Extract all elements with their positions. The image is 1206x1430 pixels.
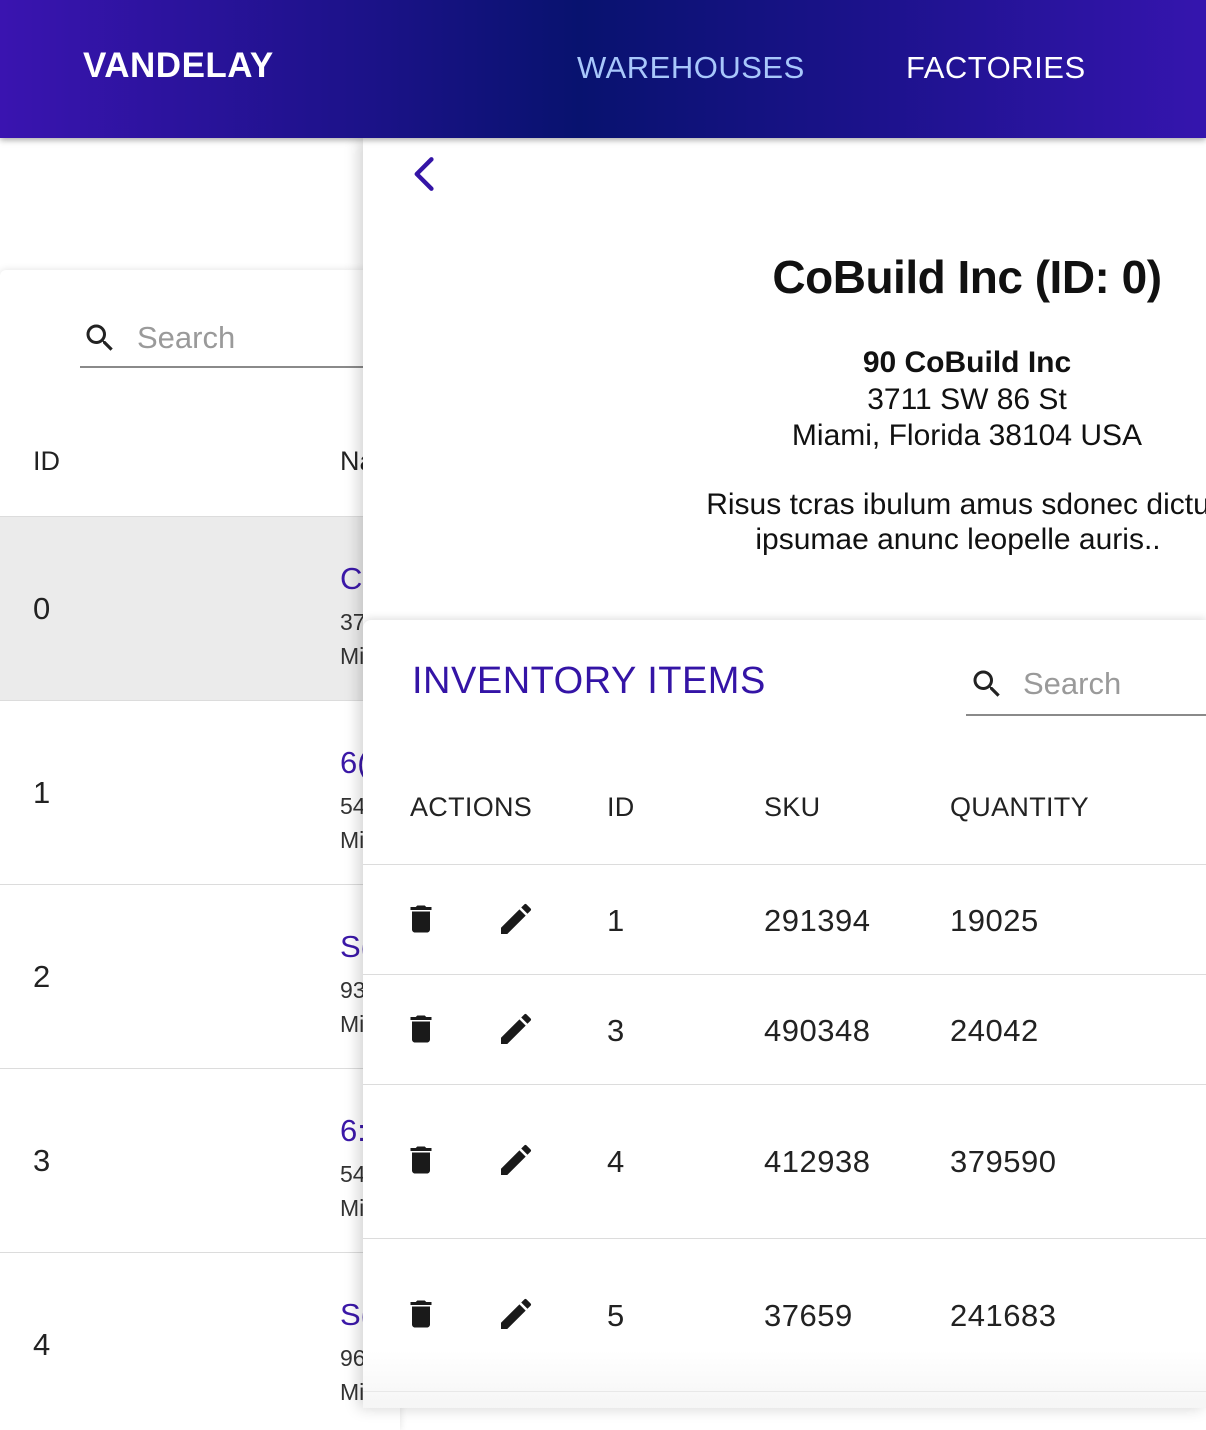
factory-search-input[interactable]: Search [80, 308, 400, 368]
trash-icon[interactable] [403, 1140, 439, 1180]
table-row: 3 490348 24042 [363, 974, 1206, 1084]
factory-name-link[interactable]: 6: [340, 1113, 366, 1149]
column-header-sku[interactable]: SKU [764, 792, 820, 823]
chevron-left-icon[interactable] [403, 152, 447, 196]
item-id: 4 [607, 1144, 625, 1179]
nav-factories[interactable]: FACTORIES [906, 50, 1086, 86]
item-quantity: 379590 [950, 1144, 1057, 1179]
app-bar: VANDELAY WAREHOUSES FACTORIES [0, 0, 1206, 138]
factory-address: 54 Mi [340, 789, 366, 857]
search-icon [86, 324, 113, 351]
factory-id: 2 [33, 959, 51, 994]
factory-address: 96 Mi [340, 1341, 366, 1409]
factory-detail-panel: CoBuild Inc (ID: 0) 90 CoBuild Inc 3711 … [363, 138, 1206, 1408]
factory-address-line2: Mi [340, 1379, 365, 1405]
description-line: ipsumae anunc leopelle auris.. [755, 523, 1161, 556]
pencil-icon[interactable] [496, 1009, 536, 1049]
factory-address-line1: 54 [340, 793, 366, 819]
factory-address-line1: 37 [340, 609, 366, 635]
table-row: 4 412938 379590 [363, 1084, 1206, 1238]
factory-list: Search ID Na 0 C 37 Mi 1 6( 54 Mi 2 S( 9… [0, 270, 400, 1430]
item-sku: 412938 [764, 1144, 871, 1179]
column-header-id[interactable]: ID [33, 446, 60, 477]
factory-address-line2: Mi [340, 1195, 365, 1221]
column-header-actions: ACTIONS [410, 792, 533, 822]
item-quantity: 19025 [950, 903, 1039, 938]
column-header-id[interactable]: ID [607, 792, 635, 823]
address-name: 90 CoBuild Inc [862, 346, 1072, 379]
item-id: 3 [607, 1013, 625, 1048]
factory-id: 3 [33, 1143, 51, 1178]
factory-address-line2: Mi [340, 1011, 365, 1037]
table-row: 1 291394 19025 [363, 864, 1206, 974]
factory-id: 1 [33, 775, 51, 810]
inventory-title: INVENTORY ITEMS [412, 660, 766, 702]
item-id: 5 [607, 1298, 625, 1333]
trash-icon[interactable] [403, 1294, 439, 1334]
factory-address-line1: 96 [340, 1345, 366, 1371]
factory-row[interactable]: 1 6( 54 Mi [0, 700, 400, 884]
factory-row[interactable]: 3 6: 54 Mi [0, 1068, 400, 1252]
item-quantity: 241683 [950, 1298, 1057, 1333]
factory-address-line1: 54 [340, 1161, 366, 1187]
pencil-icon[interactable] [496, 899, 536, 939]
factory-address-line1: 93 [340, 977, 366, 1003]
factory-search-placeholder: Search [137, 320, 236, 355]
inventory-card: INVENTORY ITEMS Search ACTIONS ID SKU QU… [363, 620, 1206, 1408]
factory-row[interactable]: 4 S( 96 Mi [0, 1252, 400, 1430]
search-icon [973, 670, 1000, 697]
factory-address-line2: Mi [340, 643, 365, 669]
brand-logo[interactable]: VANDELAY [83, 46, 274, 86]
trash-icon[interactable] [403, 899, 439, 939]
factory-address: 37 Mi [340, 605, 366, 673]
factory-address-line2: Mi [340, 827, 365, 853]
trash-icon[interactable] [403, 1009, 439, 1049]
inventory-search-input[interactable]: Search [966, 648, 1206, 716]
item-sku: 37659 [764, 1298, 853, 1333]
pencil-icon[interactable] [496, 1140, 536, 1180]
item-quantity: 24042 [950, 1013, 1039, 1048]
description-line: Risus tcras ibulum amus sdonec dictu [706, 488, 1206, 521]
factory-row[interactable]: 0 C 37 Mi [0, 516, 400, 700]
factory-address: 93 Mi [340, 973, 366, 1041]
pencil-icon[interactable] [496, 1294, 536, 1334]
factory-name-link[interactable]: C [340, 561, 362, 597]
item-id: 1 [607, 903, 625, 938]
item-sku: 490348 [764, 1013, 871, 1048]
scroll-fade [363, 1350, 1206, 1408]
nav-warehouses[interactable]: WAREHOUSES [577, 50, 805, 86]
factory-address: 54 Mi [340, 1157, 366, 1225]
item-sku: 291394 [764, 903, 871, 938]
factory-title: CoBuild Inc (ID: 0) [772, 251, 1162, 303]
inventory-search-placeholder: Search [1023, 666, 1122, 701]
factory-row[interactable]: 2 S( 93 Mi [0, 884, 400, 1068]
factory-id: 0 [33, 591, 51, 626]
address-city: Miami, Florida 38104 USA [791, 419, 1143, 452]
address-street: 3711 SW 86 St [867, 383, 1067, 416]
column-header-quantity[interactable]: QUANTITY [950, 792, 1089, 823]
factory-id: 4 [33, 1327, 51, 1362]
